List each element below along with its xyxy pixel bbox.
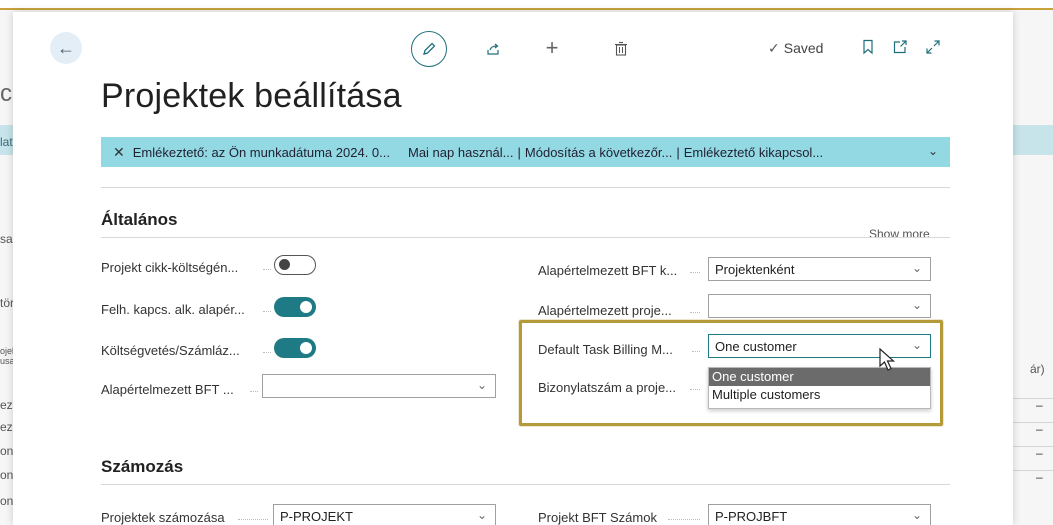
bookmark-icon — [863, 39, 873, 55]
share-button[interactable] — [483, 39, 503, 59]
field-label: Alapértelmezett BFT ... — [101, 382, 234, 397]
edit-button[interactable] — [411, 31, 447, 67]
toggle-user-link[interactable] — [274, 297, 316, 317]
page-title: Projektek beállítása — [101, 77, 402, 115]
section-title-general[interactable]: Általános — [101, 210, 178, 230]
chevron-down-icon: ⌄ — [476, 508, 487, 522]
background-row-line — [1012, 446, 1053, 447]
field-dots — [238, 519, 268, 520]
section-title-numbering[interactable]: Számozás — [101, 457, 183, 477]
notification-link-today[interactable]: Mai nap használ... — [408, 145, 514, 160]
chevron-down-icon[interactable]: ⌄ — [928, 144, 938, 158]
arrow-left-icon: ← — [57, 37, 75, 58]
divider — [101, 484, 950, 485]
billing-options-dropdown[interactable]: One customer Multiple customers — [708, 367, 931, 409]
saved-status: ✓ Saved — [768, 40, 824, 56]
background-text-right: ár) — [1030, 362, 1045, 376]
default-bft-account-select[interactable]: Projektenként ⌄ — [708, 257, 931, 281]
expand-button[interactable] — [923, 37, 943, 57]
field-dots — [263, 269, 271, 270]
field-dots — [250, 391, 258, 392]
plus-icon: + — [545, 35, 559, 60]
background-dash: – — [1036, 422, 1043, 436]
pencil-icon — [423, 42, 436, 55]
divider — [101, 187, 950, 188]
mouse-cursor-icon — [879, 348, 896, 371]
field-label: Költségvetés/Számláz... — [101, 343, 240, 358]
background-row-line — [1012, 422, 1053, 423]
chevron-down-icon: ⌄ — [911, 261, 922, 275]
notification-link-change[interactable]: Módosítás a következőr... — [525, 145, 672, 160]
background-row-line — [1012, 470, 1053, 471]
field-label: Projekt cikk-költségén... — [101, 260, 239, 275]
background-top-bar — [0, 0, 1053, 10]
chevron-down-icon: ⌄ — [476, 378, 487, 392]
chevron-down-icon: ⌄ — [911, 508, 922, 522]
divider — [101, 237, 950, 238]
share-icon — [487, 43, 499, 55]
notification-link-disable[interactable]: Emlékeztető kikapcsol... — [684, 145, 823, 160]
default-project-select[interactable]: ⌄ — [708, 294, 931, 318]
trash-icon — [615, 41, 627, 56]
field-dots — [690, 272, 700, 273]
chevron-down-icon: ⌄ — [911, 298, 922, 312]
open-in-new-icon — [893, 40, 907, 54]
delete-button[interactable] — [611, 39, 631, 59]
open-new-window-button[interactable] — [890, 37, 910, 57]
option-multiple-customers[interactable]: Multiple customers — [709, 386, 930, 404]
field-dots — [690, 312, 700, 313]
close-icon[interactable]: ✕ — [113, 144, 125, 161]
field-dots — [263, 352, 271, 353]
field-label: Alapértelmezett BFT k... — [538, 263, 678, 278]
bookmark-button[interactable] — [858, 37, 878, 57]
toggle-item-cost[interactable] — [274, 255, 316, 275]
field-label: Projekt BFT Számok — [538, 510, 657, 525]
project-bft-nos-select[interactable]: P-PROJBFT ⌄ — [708, 504, 931, 525]
show-more-link[interactable]: Show more — [869, 227, 930, 241]
field-dots — [263, 311, 271, 312]
notification-text: Emlékeztető: az Ön munkadátuma 2024. 0..… — [132, 144, 390, 160]
field-label: Projektek számozása — [101, 510, 225, 525]
background-row-line — [1012, 398, 1053, 399]
field-label: Alapértelmezett proje... — [538, 303, 672, 318]
background-dash: – — [1036, 470, 1043, 484]
field-label: Felh. kapcs. alk. alapér... — [101, 302, 245, 317]
expand-icon — [926, 40, 940, 54]
checkmark-icon: ✓ — [768, 40, 780, 56]
background-dash: – — [1036, 398, 1043, 412]
setup-modal: ← + ✓ Saved Projektek beállítása ✕ Emlék… — [13, 12, 1013, 525]
new-button[interactable]: + — [541, 35, 563, 60]
back-button[interactable]: ← — [50, 32, 82, 64]
project-nos-select[interactable]: P-PROJEKT ⌄ — [273, 504, 496, 525]
toggle-budget-billing[interactable] — [274, 338, 316, 358]
default-bft-select[interactable]: ⌄ — [262, 374, 496, 398]
notification-bar: ✕ Emlékeztető: az Ön munkadátuma 2024. 0… — [101, 137, 950, 167]
field-dots — [668, 519, 700, 520]
background-dash: – — [1036, 446, 1043, 460]
